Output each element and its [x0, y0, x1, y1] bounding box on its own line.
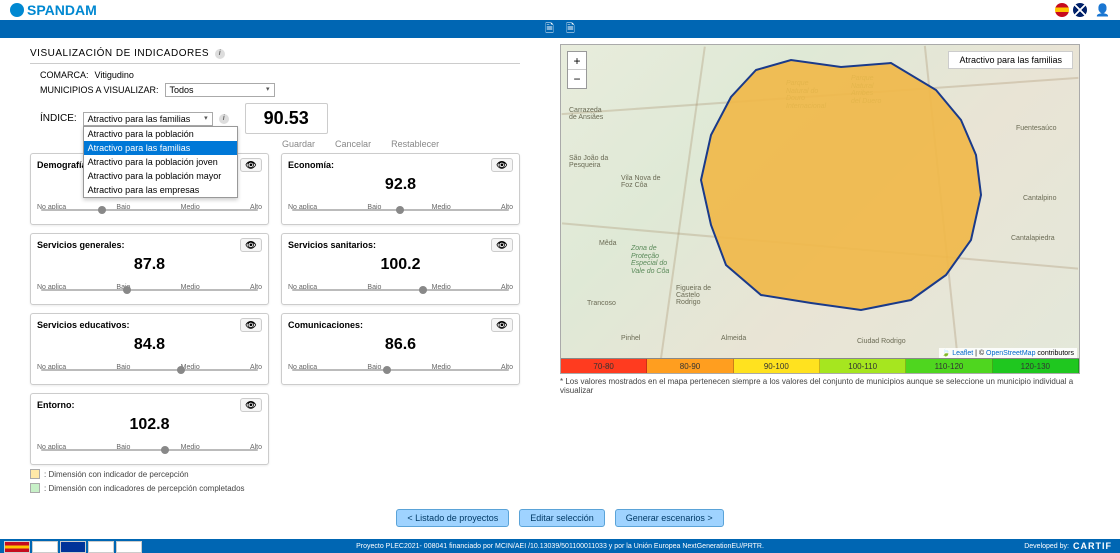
indice-dropdown: Atractivo para la poblaciónAtractivo par…	[83, 126, 238, 198]
user-icon[interactable]: 👤	[1095, 3, 1110, 17]
dimension-card: Servicios sanitarios: 👁 100.2 No aplicaBajo…	[281, 233, 520, 305]
cancelar-link[interactable]: Cancelar	[335, 139, 371, 149]
zoom-in-button[interactable]: +	[568, 52, 586, 70]
card-slider[interactable]: No aplicaBajoMedioAlto	[37, 444, 262, 460]
eye-button[interactable]: 👁	[240, 318, 262, 332]
score-box: 90.53	[245, 103, 328, 134]
scale-segment: 90-100	[734, 359, 820, 373]
dimension-card: Economía: 👁 92.8 No aplicaBajoMedioAlto	[281, 153, 520, 225]
indice-info-icon[interactable]: i	[219, 114, 229, 124]
comarca-label: COMARCA:	[40, 70, 89, 80]
map-attribution: 🍃 Leaflet | © OpenStreetMap contributors	[939, 348, 1077, 358]
generar-button[interactable]: Generar escenarios >	[615, 509, 724, 527]
indice-select[interactable]: Atractivo para las familias▾	[83, 112, 213, 126]
leaflet-link[interactable]: Leaflet	[952, 350, 973, 357]
guardar-link[interactable]: Guardar	[282, 139, 315, 149]
legend-text-1: : Dimensión con indicador de percepción	[44, 470, 189, 479]
card-value: 92.8	[288, 176, 513, 194]
listado-button[interactable]: < Listado de proyectos	[396, 509, 509, 527]
brand-text: SPANDAM	[27, 2, 97, 18]
dimension-card: Servicios generales: 👁 87.8 No aplicaBajoMe…	[30, 233, 269, 305]
legend-text-2: : Dimensión con indicadores de percepció…	[44, 484, 245, 493]
osm-link[interactable]: OpenStreetMap	[986, 350, 1035, 357]
zoom-control: + −	[567, 51, 587, 89]
card-title: Economía:	[288, 160, 334, 170]
editar-button[interactable]: Editar selección	[519, 509, 605, 527]
zoom-out-button[interactable]: −	[568, 70, 586, 88]
card-slider[interactable]: No aplicaBajoMedioAlto	[37, 204, 262, 220]
color-scale: 70-8080-9090-100100-110110-120120-130	[561, 358, 1079, 373]
scale-segment: 70-80	[561, 359, 647, 373]
doc-icon-1[interactable]: 🗎	[545, 20, 554, 39]
dimension-card: Comunicaciones: 👁 86.6 No aplicaBajoMedioAl…	[281, 313, 520, 385]
scale-segment: 80-90	[647, 359, 733, 373]
municipios-label: MUNICIPIOS A VISUALIZAR:	[40, 85, 159, 95]
card-value: 86.6	[288, 336, 513, 354]
dimension-card: Servicios educativos: 👁 84.8 No aplicaBajoM…	[30, 313, 269, 385]
eye-button[interactable]: 👁	[491, 318, 513, 332]
card-slider[interactable]: No aplicaBajoMedioAlto	[288, 364, 513, 380]
map[interactable]: ParqueNatural doDouroInternacional Parqu…	[560, 44, 1080, 374]
card-title: Demografía:	[37, 160, 90, 170]
legend-box-yellow	[30, 469, 40, 479]
card-value: 102.8	[37, 416, 262, 434]
dropdown-option[interactable]: Atractivo para la población mayor	[84, 169, 237, 183]
scale-segment: 110-120	[906, 359, 992, 373]
section-title: VISUALIZACIÓN DE INDICADORES i	[30, 44, 520, 64]
info-icon[interactable]: i	[215, 49, 225, 59]
card-slider[interactable]: No aplicaBajoMedioAlto	[37, 284, 262, 300]
region-shape	[561, 45, 1080, 374]
map-title: Atractivo para las familias	[948, 51, 1073, 69]
cartif-logo: CARTIF	[1073, 541, 1112, 551]
indice-label: ÍNDICE:	[40, 113, 77, 124]
card-slider[interactable]: No aplicaBajoMedioAlto	[288, 284, 513, 300]
card-title: Servicios educativos:	[37, 320, 130, 330]
eye-button[interactable]: 👁	[240, 398, 262, 412]
card-title: Comunicaciones:	[288, 320, 363, 330]
card-slider[interactable]: No aplicaBajoMedioAlto	[37, 364, 262, 380]
footer-logos	[4, 541, 142, 553]
developed-by: Developed by:	[1024, 543, 1069, 550]
card-title: Entorno:	[37, 400, 75, 410]
restablecer-link[interactable]: Restablecer	[391, 139, 439, 149]
flag-en[interactable]	[1073, 3, 1087, 17]
scale-segment: 120-130	[993, 359, 1079, 373]
card-value: 100.2	[288, 256, 513, 274]
eye-button[interactable]: 👁	[491, 238, 513, 252]
card-title: Servicios generales:	[37, 240, 125, 250]
footer-text: Proyecto PLEC2021- 008041 financiado por…	[356, 543, 764, 550]
footer: Proyecto PLEC2021- 008041 financiado por…	[0, 539, 1120, 553]
brand-icon	[10, 3, 24, 17]
municipios-select[interactable]: Todos▾	[165, 83, 275, 97]
card-value: 84.8	[37, 336, 262, 354]
brand-logo[interactable]: SPANDAM	[10, 2, 97, 18]
topbar: SPANDAM 👤	[0, 0, 1120, 20]
comarca-value: Vitigudino	[95, 70, 134, 80]
eye-button[interactable]: 👁	[240, 238, 262, 252]
right-panel: ParqueNatural doDouroInternacional Parqu…	[560, 44, 1100, 493]
legend-box-green	[30, 483, 40, 493]
bluebar: 🗎 🗎	[0, 20, 1120, 38]
doc-icon-2[interactable]: 🗎	[566, 20, 575, 39]
scale-segment: 100-110	[820, 359, 906, 373]
lang-flags: 👤	[1055, 3, 1110, 17]
dropdown-option[interactable]: Atractivo para las familias	[84, 141, 237, 155]
eye-button[interactable]: 👁	[240, 158, 262, 172]
card-value: 87.8	[37, 256, 262, 274]
bottom-buttons: < Listado de proyectos Editar selección …	[0, 509, 1120, 527]
map-note: * Los valores mostrados en el mapa perte…	[560, 377, 1100, 395]
dropdown-option[interactable]: Atractivo para la población	[84, 127, 237, 141]
dropdown-option[interactable]: Atractivo para las empresas	[84, 183, 237, 197]
card-title: Servicios sanitarios:	[288, 240, 376, 250]
dimension-card: Entorno: 👁 102.8 No aplicaBajoMedioAlto	[30, 393, 269, 465]
dropdown-option[interactable]: Atractivo para la población joven	[84, 155, 237, 169]
flag-es[interactable]	[1055, 3, 1069, 17]
card-slider[interactable]: No aplicaBajoMedioAlto	[288, 204, 513, 220]
left-panel: VISUALIZACIÓN DE INDICADORES i COMARCA: …	[30, 44, 520, 493]
eye-button[interactable]: 👁	[491, 158, 513, 172]
